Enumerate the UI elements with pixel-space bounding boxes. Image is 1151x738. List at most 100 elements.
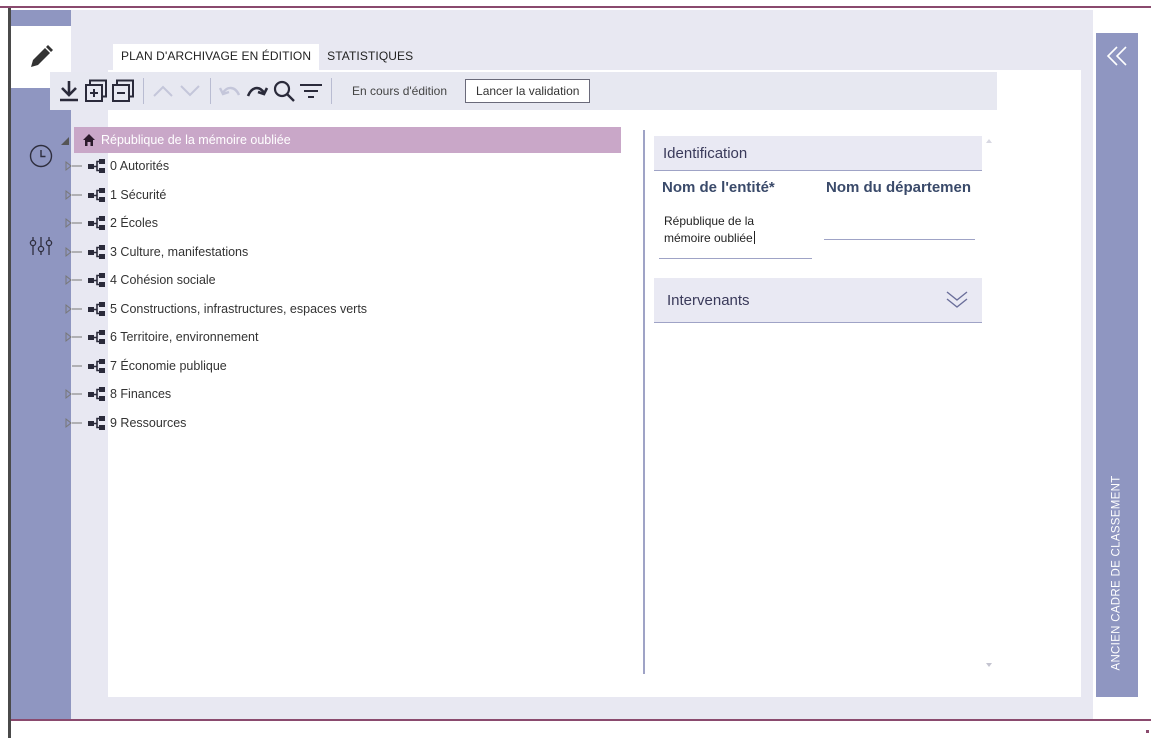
- home-icon: [83, 134, 95, 146]
- entity-name-value-line2: mémoire oubliée: [664, 231, 755, 245]
- search-button[interactable]: [271, 76, 297, 106]
- move-up-button[interactable]: [150, 76, 176, 106]
- corner-mark: [1146, 730, 1149, 733]
- panel-splitter[interactable]: [643, 130, 645, 674]
- intervenants-section-header[interactable]: Intervenants: [654, 278, 982, 323]
- undo-icon: [218, 86, 241, 96]
- hierarchy-node-icon: [87, 215, 107, 231]
- redo-icon: [246, 86, 269, 97]
- expand-arrow-icon[interactable]: [65, 326, 87, 348]
- move-down-icon: [180, 85, 200, 97]
- tree-item-label: 8 Finances: [110, 387, 172, 401]
- window-bottom-border: [11, 719, 1151, 738]
- hierarchy-node-icon: [87, 158, 107, 174]
- intervenants-title: Intervenants: [667, 292, 750, 309]
- move-up-icon: [153, 85, 173, 97]
- department-name-label-wrap: Nom du départemen: [826, 179, 980, 197]
- expand-arrow-icon[interactable]: [65, 212, 87, 234]
- tree-item-label: 3 Culture, manifestations: [110, 244, 249, 259]
- expand-arrow-icon[interactable]: [65, 383, 87, 405]
- scroll-down-arrow-icon[interactable]: [984, 660, 994, 670]
- scroll-up-arrow-icon[interactable]: [984, 136, 994, 146]
- filter-button[interactable]: [298, 76, 324, 106]
- tree-item[interactable]: 2 Écoles: [65, 212, 158, 234]
- entity-name-field[interactable]: République de la mémoire oubliée: [659, 210, 813, 260]
- entity-name-underline: [659, 258, 812, 259]
- toolbar-separator: [210, 78, 211, 104]
- tab-plan-archivage[interactable]: PLAN D'ARCHIVAGE EN ÉDITION: [113, 44, 320, 70]
- tree-item-label: 7 Économie publique: [110, 358, 227, 373]
- toolbar-separator: [143, 78, 144, 104]
- identification-section-header[interactable]: Identification: [654, 136, 982, 171]
- tree-root-node[interactable]: République de la mémoire oubliée: [74, 127, 621, 153]
- hierarchy-node-icon: [87, 386, 107, 402]
- undo-button[interactable]: [217, 76, 243, 106]
- expand-arrow-icon[interactable]: [65, 184, 87, 206]
- archive-tree: République de la mémoire oubliée 0 Autor…: [55, 127, 640, 672]
- tab-statistiques[interactable]: STATISTIQUES: [319, 44, 421, 70]
- filter-icon: [300, 84, 322, 98]
- department-name-label: Nom du départemen: [826, 179, 972, 196]
- redo-button[interactable]: [244, 76, 270, 106]
- tree-item-label: 5 Constructions, infrastructures, espace…: [110, 301, 368, 316]
- tree-item[interactable]: 7 Économie publique: [65, 355, 227, 377]
- expand-arrow-icon[interactable]: [65, 269, 87, 291]
- text-cursor: [753, 231, 755, 244]
- hierarchy-node-icon: [87, 244, 107, 260]
- tree-item-label: 2 Écoles: [110, 216, 158, 230]
- tree-item-label: 9 Ressources: [110, 415, 187, 430]
- tree-root-label: République de la mémoire oubliée: [101, 133, 291, 147]
- tree-item[interactable]: 6 Territoire, environnement: [65, 326, 258, 348]
- hierarchy-node-icon: [87, 329, 107, 345]
- toolbar-separator: [331, 78, 332, 104]
- ancien-cadre-label: ANCIEN CADRE DE CLASSEMENT: [1111, 475, 1123, 671]
- tree-item-label: 6 Territoire, environnement: [110, 330, 259, 344]
- collapse-panel-button[interactable]: [1102, 41, 1132, 71]
- sliders-icon: [29, 237, 53, 255]
- hierarchy-node-icon: [87, 272, 107, 288]
- tree-item[interactable]: 1 Sécurité: [65, 184, 166, 206]
- move-down-button[interactable]: [177, 76, 203, 106]
- tree-item-label: 4 Cohésion sociale: [110, 273, 216, 287]
- right-rail: ANCIEN CADRE DE CLASSEMENT: [1096, 33, 1138, 697]
- tree-item[interactable]: 9 Ressources: [65, 412, 186, 434]
- collapse-all-icon: [112, 79, 134, 102]
- download-icon: [60, 81, 78, 102]
- details-panel: Identification Nom de l'entité* Nom du d…: [654, 126, 984, 672]
- tree-item[interactable]: 3 Culture, manifestations: [65, 241, 248, 263]
- ancien-cadre-toggle[interactable]: ANCIEN CADRE DE CLASSEMENT: [1096, 453, 1138, 693]
- tree-item[interactable]: 4 Cohésion sociale: [65, 269, 216, 291]
- edit-status: En cours d'édition: [352, 84, 448, 98]
- search-icon: [273, 80, 295, 102]
- expand-arrow-icon[interactable]: [65, 298, 87, 320]
- tree-item[interactable]: 0 Autorités: [65, 155, 169, 177]
- double-chevron-down-icon[interactable]: [944, 289, 970, 311]
- tree-item-label: 1 Sécurité: [110, 187, 167, 202]
- tree-connector: [65, 355, 87, 377]
- department-name-field[interactable]: [824, 210, 976, 240]
- expanded-arrow-icon[interactable]: [59, 135, 71, 147]
- entity-name-value-line1: République de la: [664, 214, 755, 228]
- expand-arrow-icon[interactable]: [65, 241, 87, 263]
- collapse-all-button[interactable]: [110, 76, 136, 106]
- expand-arrow-icon[interactable]: [65, 155, 87, 177]
- expand-all-button[interactable]: [83, 76, 109, 106]
- department-name-underline: [824, 239, 975, 240]
- launch-validation-button[interactable]: Lancer la validation: [465, 79, 591, 103]
- identification-title: Identification: [663, 145, 748, 162]
- toolbar: En cours d'édition Lancer la validation: [50, 72, 997, 110]
- double-chevron-left-icon: [1106, 46, 1127, 66]
- hierarchy-node-icon: [87, 415, 107, 431]
- tree-item[interactable]: 5 Constructions, infrastructures, espace…: [65, 298, 367, 320]
- download-button[interactable]: [56, 76, 82, 106]
- hierarchy-node-icon: [87, 301, 107, 317]
- window-top-border: [0, 0, 1151, 8]
- expand-arrow-icon[interactable]: [65, 412, 87, 434]
- hierarchy-node-icon: [87, 187, 107, 203]
- pencil-icon: [31, 45, 53, 67]
- tab-bar: PLAN D'ARCHIVAGE EN ÉDITION STATISTIQUES: [113, 44, 421, 70]
- tree-item-label: 0 Autorités: [110, 159, 170, 173]
- tree-item[interactable]: 8 Finances: [65, 383, 171, 405]
- entity-name-label: Nom de l'entité*: [662, 179, 775, 196]
- hierarchy-node-icon: [87, 358, 107, 374]
